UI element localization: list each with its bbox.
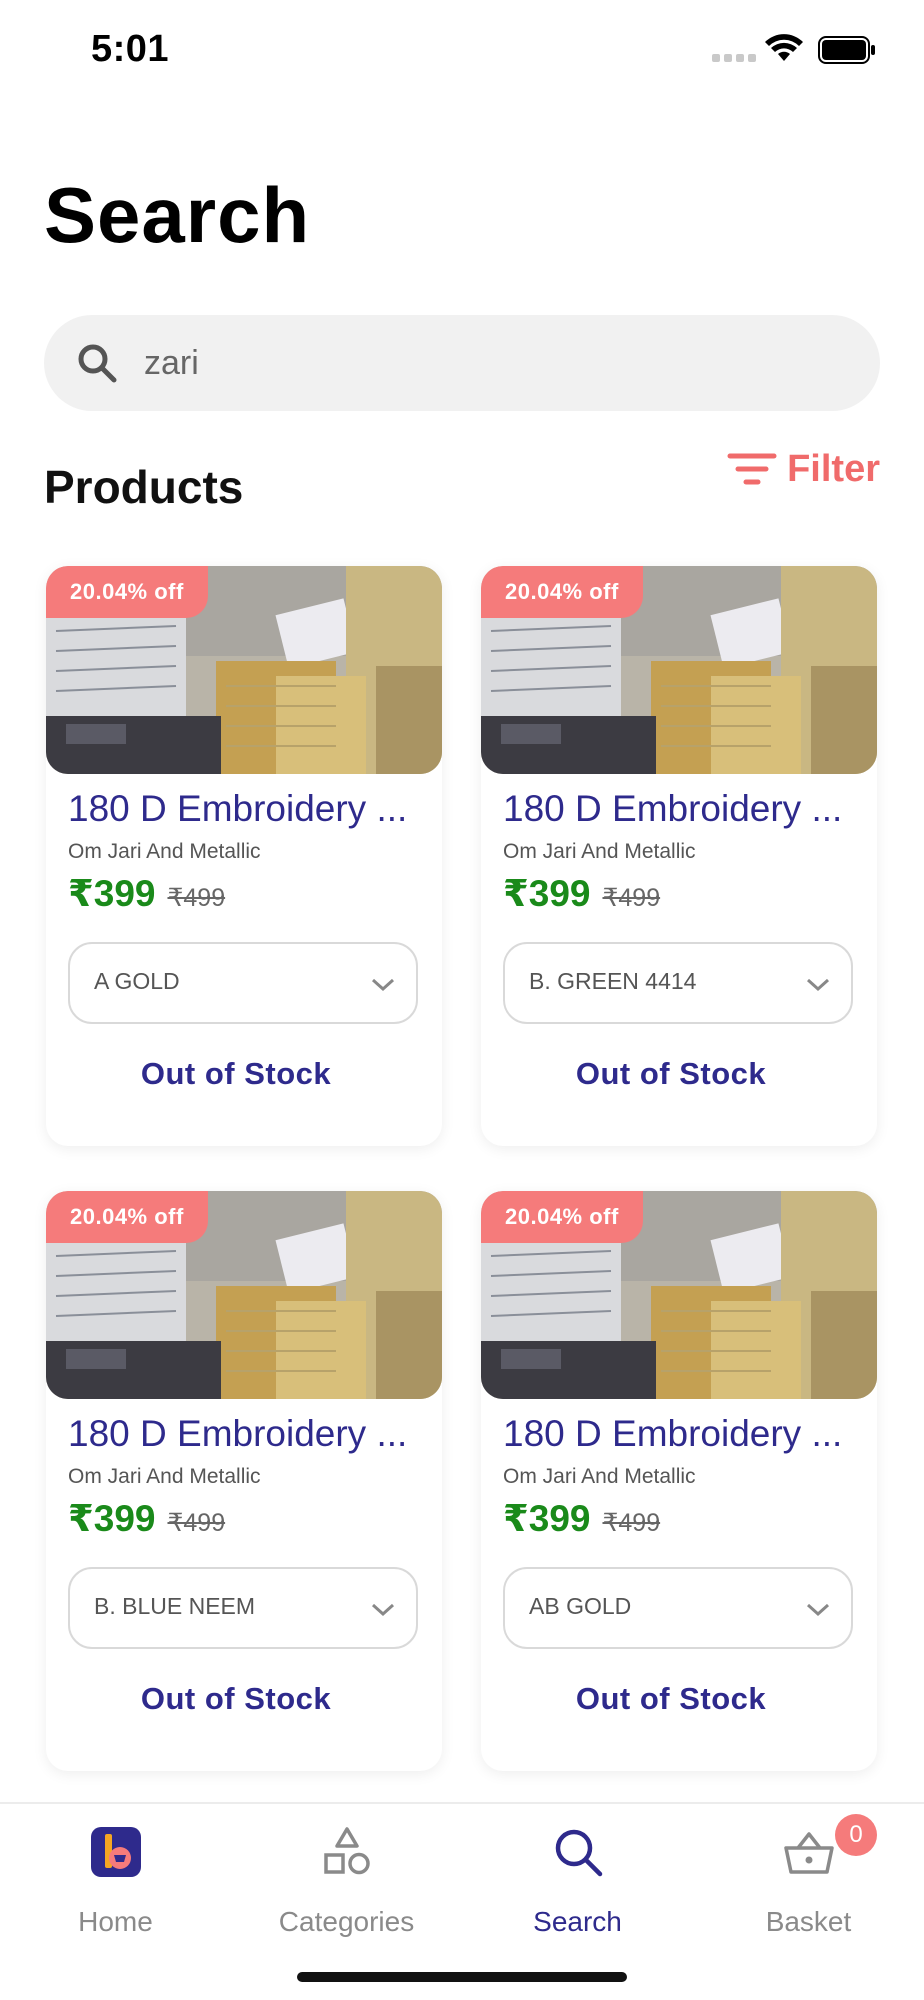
variant-selected-value: AB GOLD — [529, 1593, 632, 1619]
product-image[interactable]: 20.04% off — [46, 566, 442, 774]
product-card[interactable]: 20.04% off 180 D Embroidery ... Om Jari … — [46, 1191, 442, 1771]
tab-search[interactable]: Search — [462, 1814, 693, 1964]
product-card[interactable]: 20.04% off 180 D Embroidery ... Om Jari … — [46, 566, 442, 1146]
battery-icon — [818, 36, 875, 64]
price-current: ₹399 — [68, 873, 156, 914]
categories-icon — [324, 1827, 370, 1875]
tab-categories[interactable]: Categories — [231, 1814, 462, 1964]
cellular-signal-icon — [712, 54, 756, 62]
filter-label: Filter — [787, 448, 880, 490]
product-image[interactable]: 20.04% off — [46, 1191, 442, 1399]
out-of-stock-label: Out of Stock — [575, 1056, 767, 1091]
variant-dropdown[interactable]: B. BLUE NEEM — [68, 1567, 418, 1649]
price-row: ₹399 ₹499 — [503, 1497, 660, 1540]
out-of-stock-label: Out of Stock — [575, 1681, 767, 1716]
tab-search-label: Search — [533, 1906, 622, 1937]
variant-selected-value: B. GREEN 4414 — [529, 968, 697, 994]
filter-button[interactable]: Filter — [727, 448, 880, 491]
tab-home[interactable]: Home — [0, 1814, 231, 1964]
discount-badge: 20.04% off — [46, 1191, 208, 1243]
price-original: ₹499 — [167, 884, 226, 912]
product-brand: Om Jari And Metallic — [68, 840, 261, 863]
out-of-stock-label: Out of Stock — [140, 1681, 332, 1716]
status-bar: 5:01 — [0, 0, 924, 100]
discount-badge: 20.04% off — [46, 566, 208, 618]
product-brand: Om Jari And Metallic — [503, 840, 696, 863]
home-logo-icon — [91, 1827, 141, 1877]
basket-count-badge: 0 — [835, 1814, 877, 1856]
discount-badge: 20.04% off — [481, 566, 643, 618]
filter-icon — [727, 453, 777, 484]
discount-badge: 20.04% off — [481, 1191, 643, 1243]
page-title: Search — [44, 171, 311, 259]
product-name[interactable]: 180 D Embroidery ... — [503, 1413, 863, 1455]
search-screen: 5:01 Search Products Filter — [0, 0, 924, 2000]
variant-selected-value: A GOLD — [94, 968, 180, 994]
product-brand: Om Jari And Metallic — [68, 1465, 261, 1488]
status-time: 5:01 — [91, 28, 170, 70]
product-name[interactable]: 180 D Embroidery ... — [68, 788, 428, 830]
variant-dropdown[interactable]: AB GOLD — [503, 1567, 853, 1649]
tab-basket[interactable]: 0 Basket — [693, 1814, 924, 1964]
product-image[interactable]: 20.04% off — [481, 1191, 877, 1399]
price-current: ₹399 — [503, 873, 591, 914]
price-row: ₹399 ₹499 — [68, 1497, 225, 1540]
search-bar[interactable] — [44, 315, 880, 411]
wifi-icon — [765, 34, 803, 61]
chevron-down-icon — [371, 978, 395, 992]
variant-dropdown[interactable]: A GOLD — [68, 942, 418, 1024]
product-brand: Om Jari And Metallic — [503, 1465, 696, 1488]
price-original: ₹499 — [602, 884, 661, 912]
product-card[interactable]: 20.04% off 180 D Embroidery ... Om Jari … — [481, 566, 877, 1146]
product-card[interactable]: 20.04% off 180 D Embroidery ... Om Jari … — [481, 1191, 877, 1771]
chevron-down-icon — [806, 1603, 830, 1617]
products-section-title: Products — [44, 461, 244, 513]
chevron-down-icon — [371, 1603, 395, 1617]
search-input[interactable] — [144, 333, 844, 393]
search-icon — [78, 344, 117, 383]
tab-home-label: Home — [78, 1906, 153, 1937]
price-current: ₹399 — [68, 1498, 156, 1539]
out-of-stock-label: Out of Stock — [140, 1056, 332, 1091]
price-row: ₹399 ₹499 — [68, 872, 225, 915]
tab-categories-label: Categories — [278, 1906, 415, 1937]
price-current: ₹399 — [503, 1498, 591, 1539]
price-original: ₹499 — [602, 1509, 661, 1537]
product-name[interactable]: 180 D Embroidery ... — [68, 1413, 428, 1455]
chevron-down-icon — [806, 978, 830, 992]
tab-basket-label: Basket — [765, 1906, 852, 1937]
search-icon — [555, 1829, 603, 1877]
home-indicator — [297, 1972, 627, 1982]
variant-selected-value: B. BLUE NEEM — [94, 1593, 256, 1619]
price-original: ₹499 — [167, 1509, 226, 1537]
basket-icon — [784, 1832, 834, 1874]
product-name[interactable]: 180 D Embroidery ... — [503, 788, 863, 830]
price-row: ₹399 ₹499 — [503, 872, 660, 915]
variant-dropdown[interactable]: B. GREEN 4414 — [503, 942, 853, 1024]
bottom-tab-bar: Home Categories Search 0 Basket — [0, 1802, 924, 2000]
product-image[interactable]: 20.04% off — [481, 566, 877, 774]
